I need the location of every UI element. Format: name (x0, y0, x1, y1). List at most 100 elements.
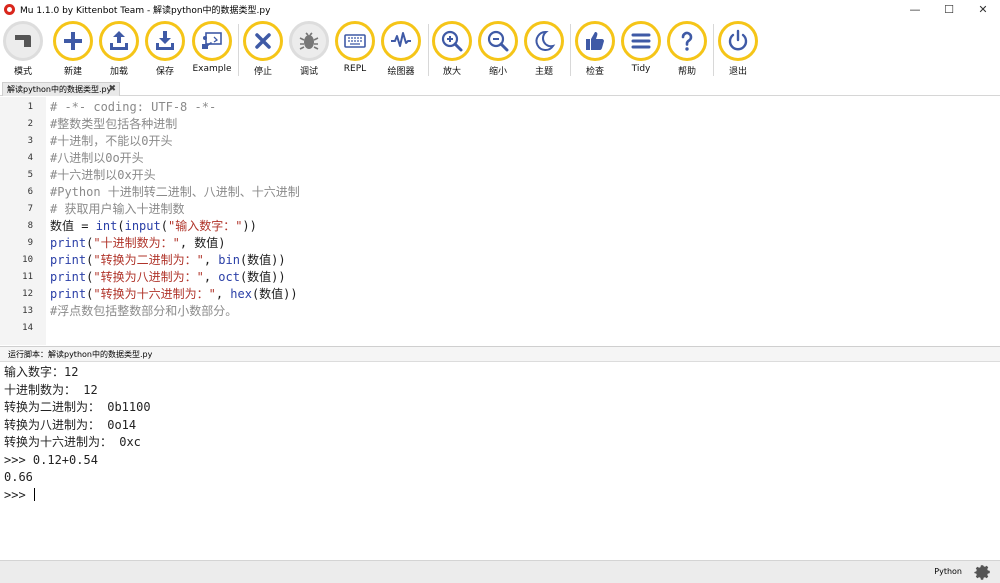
save-label: 保存 (155, 67, 174, 77)
plus-icon (53, 21, 93, 61)
close-button[interactable]: ✕ (966, 0, 1000, 18)
line-number: 13 (22, 306, 33, 316)
power-icon (718, 21, 758, 61)
save-button[interactable]: 保存 (142, 21, 188, 81)
quit-label: 退出 (728, 67, 747, 77)
code-line: #整数类型包括各种进制 (50, 116, 177, 133)
code-token: ( (117, 219, 125, 233)
code-line: #Python 十进制转二进制、八进制、十六进制 (50, 184, 300, 201)
code-token: , (203, 270, 219, 284)
repl-text: 十进制数为： 12 (4, 382, 98, 397)
repl-output-line: 转换为十六进制为： 0xc (4, 433, 141, 451)
zoom-out-label: 缩小 (488, 67, 507, 77)
tidy-button[interactable]: Tidy (618, 21, 664, 81)
code-line: # -*- coding: UTF-8 -*- (50, 99, 216, 116)
repl-pane[interactable]: 输入数字：12 十进制数为： 12 转换为二进制为： 0b1100 转换为八进制为： … (0, 362, 1000, 560)
code-editor[interactable]: 1 2 3 4 5 6 7 8 9 10 11 12 13 14 # -*- coding: UTF-8 … (0, 97, 1000, 345)
toolbar-separator (570, 24, 571, 76)
code-token: input (124, 219, 161, 233)
title-bar: Mu 1.1.0 by Kittenbot Team - 解读python中的数… (0, 0, 1000, 18)
new-button[interactable]: 新建 (50, 21, 96, 81)
repl-button[interactable]: REPL (332, 21, 378, 81)
tidy-icon (621, 21, 661, 61)
code-token: "输入数字：" (167, 219, 243, 233)
example-label: Example (192, 64, 232, 74)
theme-button[interactable]: 主题 (521, 21, 567, 81)
repl-label: REPL (343, 64, 367, 74)
code-token: print (50, 287, 87, 301)
window-title: Mu 1.1.0 by Kittenbot Team - 解读python中的数… (20, 5, 271, 16)
code-token: (数值)) (239, 253, 286, 267)
repl-output-line: 输入数字：12 (4, 363, 78, 381)
code-token: print (50, 270, 87, 284)
stop-button[interactable]: 停止 (240, 21, 286, 81)
tab-file[interactable]: 解读python中的数据类型.py ✖ (2, 82, 120, 96)
line-number: 3 (27, 136, 33, 146)
code-line: #十六进制以0x开头 (50, 167, 156, 184)
code-token: )) (242, 219, 257, 233)
line-number: 12 (22, 289, 33, 299)
line-number: 6 (27, 187, 33, 197)
repl-text: 转换为八进制为： 0o14 (4, 417, 137, 432)
code-token: , (203, 253, 219, 267)
tab-close-icon[interactable]: ✖ (108, 84, 116, 94)
plotter-button[interactable]: 绘图器 (378, 21, 424, 81)
repl-output-line: 0.66 (4, 468, 33, 486)
load-label: 加载 (109, 67, 128, 77)
download-icon (145, 21, 185, 61)
check-button[interactable]: 检查 (572, 21, 618, 81)
stop-label: 停止 (253, 67, 272, 77)
repl-text: >>> (4, 487, 33, 502)
code-token: , 数值) (179, 236, 226, 250)
theme-label: 主题 (534, 67, 553, 77)
example-icon (192, 21, 232, 61)
mode-button[interactable]: 模式 (0, 21, 46, 81)
code-token: "转换为二进制为：" (93, 253, 204, 267)
toolbar-separator (713, 24, 714, 76)
repl-text: 输入数字：12 (4, 365, 79, 379)
code-line: print("转换为十六进制为：", hex(数值)) (50, 286, 298, 303)
example-button[interactable]: Example (189, 21, 235, 81)
toolbar-separator (238, 24, 239, 76)
code-token: #八进制以0o开头 (50, 151, 144, 165)
zoom-out-button[interactable]: 缩小 (475, 21, 521, 81)
mode-indicator[interactable]: Python (934, 567, 962, 576)
code-token: hex (230, 287, 252, 301)
line-number: 14 (22, 323, 33, 333)
help-label: 帮助 (677, 67, 696, 77)
mode-icon (3, 21, 43, 61)
repl-output-line: 十进制数为： 12 (4, 381, 98, 399)
minimize-button[interactable]: — (898, 0, 932, 18)
upload-icon (99, 21, 139, 61)
code-line: #浮点数包括整数部分和小数部分。 (50, 303, 237, 320)
repl-output-line: >>> 0.12+0.54 (4, 451, 98, 469)
zoom-in-button[interactable]: 放大 (429, 21, 475, 81)
debug-button[interactable]: 调试 (286, 21, 332, 81)
help-button[interactable]: 帮助 (664, 21, 710, 81)
code-line: #八进制以0o开头 (50, 150, 144, 167)
code-token: print (50, 236, 87, 250)
new-label: 新建 (63, 67, 82, 77)
repl-title: 运行脚本：解读python中的数据类型.py (8, 349, 153, 359)
repl-text: 0.66 (4, 470, 33, 484)
gear-icon[interactable] (974, 563, 992, 581)
check-label: 检查 (585, 67, 604, 77)
repl-header: 运行脚本：解读python中的数据类型.py (0, 346, 1000, 362)
zoom-in-icon (432, 21, 472, 61)
quit-button[interactable]: 退出 (715, 21, 761, 81)
keyboard-icon (335, 21, 375, 61)
code-token: # -*- coding: UTF-8 -*- (50, 100, 217, 114)
load-button[interactable]: 加载 (96, 21, 142, 81)
code-token: #十六进制以0x开头 (50, 168, 156, 182)
code-token: oct (218, 270, 240, 284)
code-line: print("转换为二进制为：", bin(数值)) (50, 252, 286, 269)
repl-text: 转换为十六进制为： 0xc (4, 435, 141, 449)
maximize-button[interactable]: ☐ (932, 0, 966, 18)
stop-icon (243, 21, 283, 61)
zoom-out-icon (478, 21, 518, 61)
code-token: bin (218, 253, 240, 267)
code-token: "十进制数为：" (93, 236, 180, 250)
tidy-label: Tidy (631, 64, 651, 74)
code-token: "转换为十六进制为：" (93, 287, 216, 301)
status-bar: Python (0, 560, 1000, 583)
